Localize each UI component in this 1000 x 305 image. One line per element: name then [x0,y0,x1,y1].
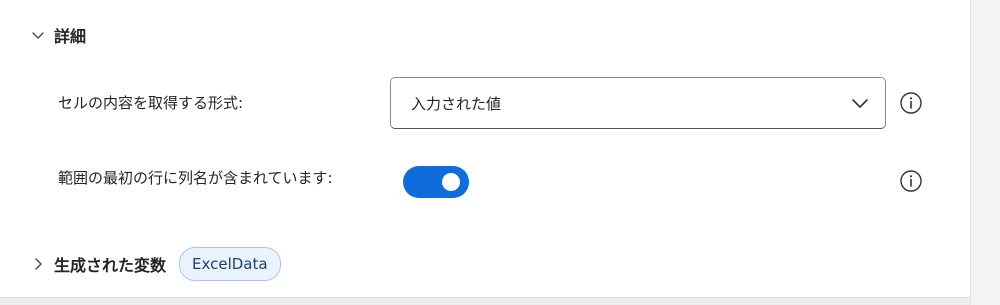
chevron-down-icon [852,99,868,108]
header-row-toggle[interactable] [403,166,469,198]
cell-format-label: セルの内容を取得する形式: [58,94,244,112]
produced-variables-section: 生成された変数 ExcelData [30,247,281,281]
chevron-right-icon[interactable] [30,256,46,272]
variable-chip-exceldata[interactable]: ExcelData [179,247,281,281]
toggle-knob [442,173,460,191]
details-section-title: 詳細 [54,27,87,46]
cell-format-dropdown[interactable]: 入力された値 [390,77,886,129]
scrollbar-track[interactable] [970,0,1000,305]
produced-variables-title[interactable]: 生成された変数 [54,252,166,276]
info-icon[interactable] [899,169,923,193]
header-row-label: 範囲の最初の行に列名が含まれています: [58,169,333,187]
details-section-toggle[interactable]: 詳細 [30,22,86,48]
cell-format-selected-value: 入力された値 [411,94,502,113]
info-icon[interactable] [899,91,923,115]
action-parameters-panel: 詳細 セルの内容を取得する形式: 入力された値 範囲の最初の行に列名が含まれてい… [0,0,1000,305]
chevron-down-icon [32,32,44,39]
panel-bottom-divider [0,297,970,305]
